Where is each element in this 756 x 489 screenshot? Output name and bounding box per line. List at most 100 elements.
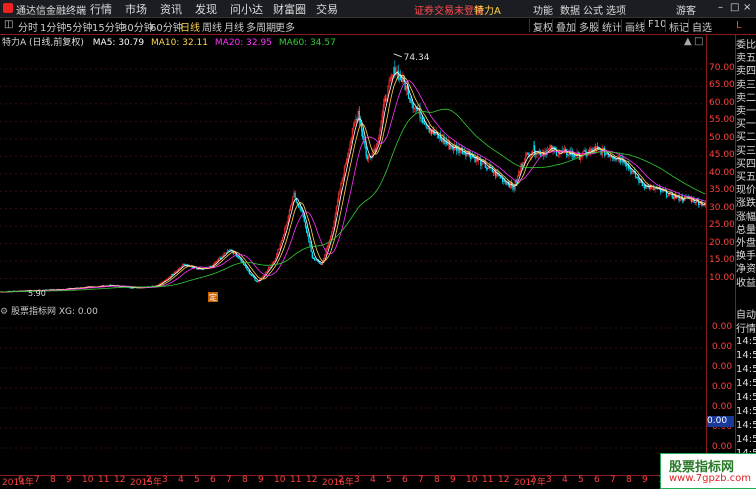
- adjust-button[interactable]: 复权: [529, 19, 553, 34]
- candle: [637, 177, 639, 179]
- date-tick-label: 11: [98, 475, 110, 485]
- close-icon[interactable]: ×: [743, 2, 751, 13]
- candle: [412, 102, 414, 109]
- sub-indicator-chart[interactable]: [0, 316, 706, 451]
- chart-title: 特力A (日线,前复权): [2, 38, 84, 48]
- period-more[interactable]: 更多: [275, 19, 295, 34]
- candle: [594, 147, 597, 149]
- candle: [574, 155, 576, 158]
- period-weekly[interactable]: 周线: [202, 19, 222, 34]
- menu-function[interactable]: 功能: [533, 2, 553, 17]
- restore-icon[interactable]: □: [730, 2, 739, 13]
- period-monthly[interactable]: 月线: [224, 19, 244, 34]
- candle: [424, 122, 426, 125]
- app-logo-icon: [3, 3, 13, 13]
- f10-button[interactable]: F10: [644, 19, 666, 32]
- window-icon[interactable]: □: [694, 36, 703, 47]
- candle: [606, 152, 608, 154]
- candle: [589, 150, 591, 152]
- candle: [238, 256, 240, 259]
- menu-options[interactable]: 选项: [606, 2, 626, 17]
- candle: [225, 252, 227, 254]
- candle: [597, 146, 599, 148]
- mark-button[interactable]: 标记: [665, 19, 689, 34]
- menu-guest[interactable]: 游客: [676, 2, 696, 17]
- price-tick-label: 60.00: [709, 97, 735, 108]
- candle: [248, 270, 250, 274]
- candle: [228, 250, 230, 252]
- period-daily[interactable]: 日线: [180, 19, 200, 34]
- menu-discover[interactable]: 发现: [195, 1, 217, 17]
- candle: [437, 134, 439, 139]
- candle: [567, 154, 569, 156]
- auto-quote-label[interactable]: 自动: [736, 306, 756, 321]
- overlay-button[interactable]: 叠加: [552, 19, 576, 34]
- multi-stock-button[interactable]: 多股: [575, 19, 599, 34]
- menu-market[interactable]: 市场: [125, 1, 147, 17]
- candle: [318, 261, 320, 264]
- date-tick-label: 3: [354, 475, 360, 485]
- candle: [301, 209, 303, 211]
- period-toolbar: ◫ 分时 1分钟 5分钟 15分钟 30分钟 60分钟 日线 周线 月线 多周期…: [0, 18, 756, 35]
- period-multi[interactable]: 多周期: [246, 19, 276, 34]
- date-tick-label: 8: [626, 475, 632, 485]
- candle: [645, 187, 647, 189]
- minimize-icon[interactable]: –: [718, 2, 723, 13]
- ma20-line: [0, 80, 706, 293]
- watermark-url: www.7gpzb.com: [669, 473, 751, 484]
- candle: [256, 281, 258, 283]
- candle: [409, 98, 411, 100]
- candle: [485, 167, 488, 169]
- candle: [255, 279, 257, 282]
- date-tick-label: 10: [466, 475, 478, 485]
- candle: [446, 143, 449, 145]
- candle: [591, 148, 593, 151]
- auto-quote-label[interactable]: 行情: [736, 320, 756, 335]
- sub-tick-label: 0.00: [712, 442, 733, 452]
- period-15min[interactable]: 15分钟: [92, 19, 125, 34]
- date-tick-label: 11: [290, 475, 302, 485]
- candle: [527, 152, 529, 154]
- menu-formula[interactable]: 公式: [583, 2, 603, 17]
- date-tick-label: 10: [82, 475, 94, 485]
- date-tick-label: 11: [482, 475, 494, 485]
- date-tick-label: 2: [338, 475, 344, 485]
- period-30min[interactable]: 30分钟: [121, 19, 154, 34]
- date-tick-label: 6: [594, 475, 600, 485]
- candle: [247, 269, 249, 272]
- date-tick-label: 9: [450, 475, 456, 485]
- date-tick-label: 2: [530, 475, 536, 485]
- date-tick-label: 5: [386, 475, 392, 485]
- trade-time: 14:56: [736, 434, 756, 445]
- menu-news[interactable]: 资讯: [160, 1, 182, 17]
- period-1min[interactable]: 1分钟: [40, 19, 66, 34]
- candlestick-chart[interactable]: 74.34 5.90 定: [0, 48, 706, 303]
- candle: [499, 175, 501, 179]
- menu-data[interactable]: 数据: [560, 2, 580, 17]
- date-tick-label: 7: [610, 475, 616, 485]
- trade-time: 14:56: [736, 392, 756, 403]
- menu-ask[interactable]: 问小达: [230, 1, 263, 17]
- watchlist-button[interactable]: 自选: [688, 19, 712, 34]
- period-60min[interactable]: 60分钟: [150, 19, 183, 34]
- candle: [362, 130, 364, 138]
- period-5min[interactable]: 5分钟: [66, 19, 92, 34]
- candle: [249, 273, 252, 275]
- candle: [366, 155, 368, 160]
- menu-quotes[interactable]: 行情: [90, 1, 112, 17]
- date-tick-label: 9: [258, 475, 264, 485]
- candle: [644, 184, 646, 189]
- draw-button[interactable]: 画线: [621, 19, 645, 34]
- candle: [449, 141, 451, 150]
- price-tick-label: 50.00: [709, 132, 735, 143]
- price-tick-label: 35.00: [709, 185, 735, 196]
- menu-wealth[interactable]: 财富圈: [273, 1, 306, 17]
- stats-button[interactable]: 统计: [598, 19, 622, 34]
- chart-mode-icon[interactable]: ◫: [4, 19, 13, 30]
- candle: [421, 117, 423, 123]
- candle: [245, 265, 247, 269]
- period-tick[interactable]: 分时: [18, 19, 38, 34]
- price-tick-label: 70.00: [709, 62, 735, 73]
- arrow-up-icon[interactable]: ▲: [684, 36, 692, 47]
- menu-trade[interactable]: 交易: [316, 1, 338, 17]
